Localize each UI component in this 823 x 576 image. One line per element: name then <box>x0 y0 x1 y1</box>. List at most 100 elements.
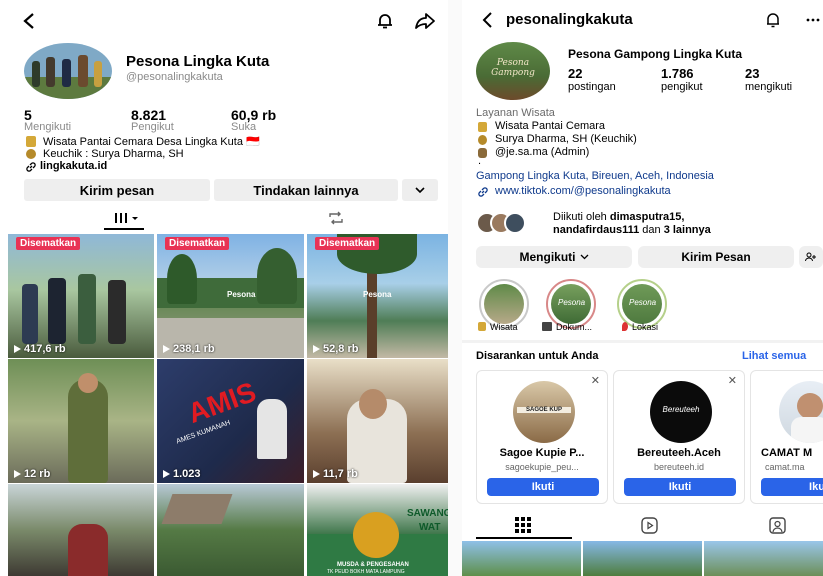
tile-banner-text: TK PEUD BOKH MATA LAMPUNG <box>327 569 405 575</box>
followed-by-text-line2[interactable]: nandafirdaus111 dan 3 lainnya <box>553 224 711 236</box>
repost-tab-icon[interactable] <box>327 211 345 225</box>
dismiss-icon[interactable]: ✕ <box>728 374 737 387</box>
stat-followers[interactable]: 1.786 pengikut <box>661 66 703 93</box>
profile-avatar[interactable] <box>24 43 112 99</box>
follower-avatar <box>504 212 526 234</box>
view-count: 12 rb <box>14 468 50 480</box>
stat-following[interactable]: 5 Mengikuti <box>24 107 71 133</box>
username: @pesonalingkakuta <box>126 71 223 83</box>
grid-tab-icon[interactable] <box>515 517 531 533</box>
display-name: Pesona Lingka Kuta <box>126 53 270 70</box>
suggestion-handle: sagoekupie_peu... <box>505 462 579 472</box>
expand-button[interactable] <box>402 179 438 201</box>
share-icon[interactable] <box>414 12 436 30</box>
stat-value: 1.786 <box>661 66 694 81</box>
play-icon <box>313 470 320 478</box>
video-tile[interactable]: 11,7 rb <box>307 359 448 483</box>
follow-button[interactable]: Ikuti <box>487 478 599 496</box>
view-count: 11,7 rb <box>313 468 358 480</box>
highlight-label: Dokum... <box>556 322 593 332</box>
followed-by-text[interactable]: Diikuti oleh dimasputra15, <box>553 211 684 223</box>
pinned-badge: Disematkan <box>16 237 81 250</box>
back-arrow-icon[interactable] <box>22 12 36 30</box>
see-all-link[interactable]: Lihat semua <box>742 350 806 362</box>
tagged-tab-icon[interactable] <box>769 517 786 534</box>
tile-logo-text: Pesona <box>227 290 256 299</box>
suggestion-card[interactable]: ✕ Bereuteeh Bereuteeh.Aceh bereuteeh.id … <box>613 370 745 504</box>
following-button[interactable]: Mengikuti <box>476 246 632 268</box>
post-thumbnail[interactable] <box>704 541 823 576</box>
stat-label: mengikuti <box>745 81 793 93</box>
stat-value: 22 <box>568 66 583 81</box>
video-tile[interactable]: SAWANG WAT MUSDA & PENGESAHAN TK PEUD BO… <box>307 484 448 576</box>
bell-icon[interactable] <box>764 11 782 29</box>
videos-grid-tab-icon[interactable] <box>113 212 143 224</box>
video-tile[interactable]: Disematkan 417,6 rb <box>8 234 154 358</box>
location-link[interactable]: Gampong Lingka Kuta, Bireuen, Aceh, Indo… <box>476 170 714 182</box>
header-username: pesonalingkakuta <box>506 11 633 28</box>
emblem-icon <box>478 135 487 145</box>
bio-line-2: Keuchik : Surya Dharma, SH <box>43 148 184 160</box>
panel-divider <box>448 0 462 576</box>
video-tile[interactable] <box>157 484 304 576</box>
suggestion-handle: bereuteeh.id <box>653 462 705 472</box>
suggestion-name: Sagoe Kupie P... <box>499 447 585 459</box>
chevron-down-icon <box>580 254 589 260</box>
stat-likes[interactable]: 60,9 rb Suka <box>231 107 276 133</box>
post-thumbnail[interactable] <box>462 541 581 576</box>
video-tile[interactable] <box>8 484 154 576</box>
video-tile[interactable]: Pesona Disematkan 238,1 rb <box>157 234 304 358</box>
suggestion-avatar <box>779 381 823 443</box>
suggested-title: Disarankan untuk Anda <box>476 350 599 362</box>
bio-dot: . <box>478 155 482 167</box>
suggestion-card[interactable]: ✕ SAGOE KUP Sagoe Kupie P... sagoekupie_… <box>476 370 608 504</box>
message-button[interactable]: Kirim Pesan <box>638 246 794 268</box>
category-label: Layanan Wisata <box>476 107 555 119</box>
video-tile[interactable]: 12 rb <box>8 359 154 483</box>
back-arrow-icon[interactable] <box>481 11 493 29</box>
website-link[interactable]: lingkakuta.id <box>40 160 107 172</box>
external-link[interactable]: www.tiktok.com/@pesonalingkakuta <box>495 185 671 197</box>
pinned-badge: Disematkan <box>315 237 380 250</box>
follow-button[interactable]: Iku <box>761 478 823 496</box>
stat-posts[interactable]: 22 postingan <box>568 66 616 93</box>
stat-followers[interactable]: 8.821 Pengikut <box>131 107 174 133</box>
video-tile[interactable]: AMIS AMES KUMANAH 1.023 <box>157 359 304 483</box>
reels-tab-icon[interactable] <box>641 517 658 534</box>
clapperboard-icon <box>542 322 552 331</box>
follow-button[interactable]: Ikuti <box>624 478 736 496</box>
stat-label: Pengikut <box>131 121 174 133</box>
video-tile[interactable]: Pesona Disematkan 52,8 rb <box>307 234 448 358</box>
stat-label: Mengikuti <box>24 121 72 133</box>
dismiss-icon[interactable]: ✕ <box>591 374 600 387</box>
tile-banner-word: SAWANG <box>407 508 448 519</box>
chevron-down-icon <box>414 186 426 194</box>
view-count: 1.023 <box>163 468 201 480</box>
suggestion-card[interactable]: CAMAT M camat.ma Iku <box>750 370 823 504</box>
bell-icon[interactable] <box>375 11 395 31</box>
link-icon <box>477 186 489 198</box>
play-icon <box>14 345 21 353</box>
palm-tree-icon <box>478 122 487 132</box>
post-thumbnail[interactable] <box>583 541 702 576</box>
highlight-label: Lokasi <box>632 322 659 332</box>
active-tab-indicator <box>476 537 572 539</box>
tile-logo-text: Pesona <box>363 290 392 299</box>
bio-line: Surya Dharma, SH (Keuchik) <box>495 133 637 145</box>
emblem-icon <box>26 149 36 159</box>
more-actions-button[interactable]: Tindakan lainnya <box>214 179 398 201</box>
stat-following[interactable]: 23 mengikuti <box>745 66 792 93</box>
bio-line: @je.sa.ma (Admin) <box>495 146 590 158</box>
more-options-icon[interactable] <box>806 18 820 22</box>
bio-line-1: Wisata Pantai Cemara Desa Lingka Kuta 🇮🇩 <box>43 136 260 148</box>
message-button[interactable]: Kirim pesan <box>24 179 210 201</box>
play-icon <box>313 345 320 353</box>
view-count: 238,1 rb <box>163 343 215 355</box>
highlight-logo-text: Pesona <box>629 298 657 307</box>
view-count: 417,6 rb <box>14 343 66 355</box>
instagram-profile-screen: pesonalingkakuta Pesona Gampong Pesona G… <box>462 0 823 576</box>
profile-avatar[interactable]: Pesona Gampong <box>476 42 550 100</box>
add-person-button[interactable] <box>799 246 823 268</box>
tiktok-profile-screen: Pesona Lingka Kuta @pesonalingkakuta 5 M… <box>0 0 448 576</box>
avatar-sign-text: SAGOE KUP <box>517 407 571 413</box>
